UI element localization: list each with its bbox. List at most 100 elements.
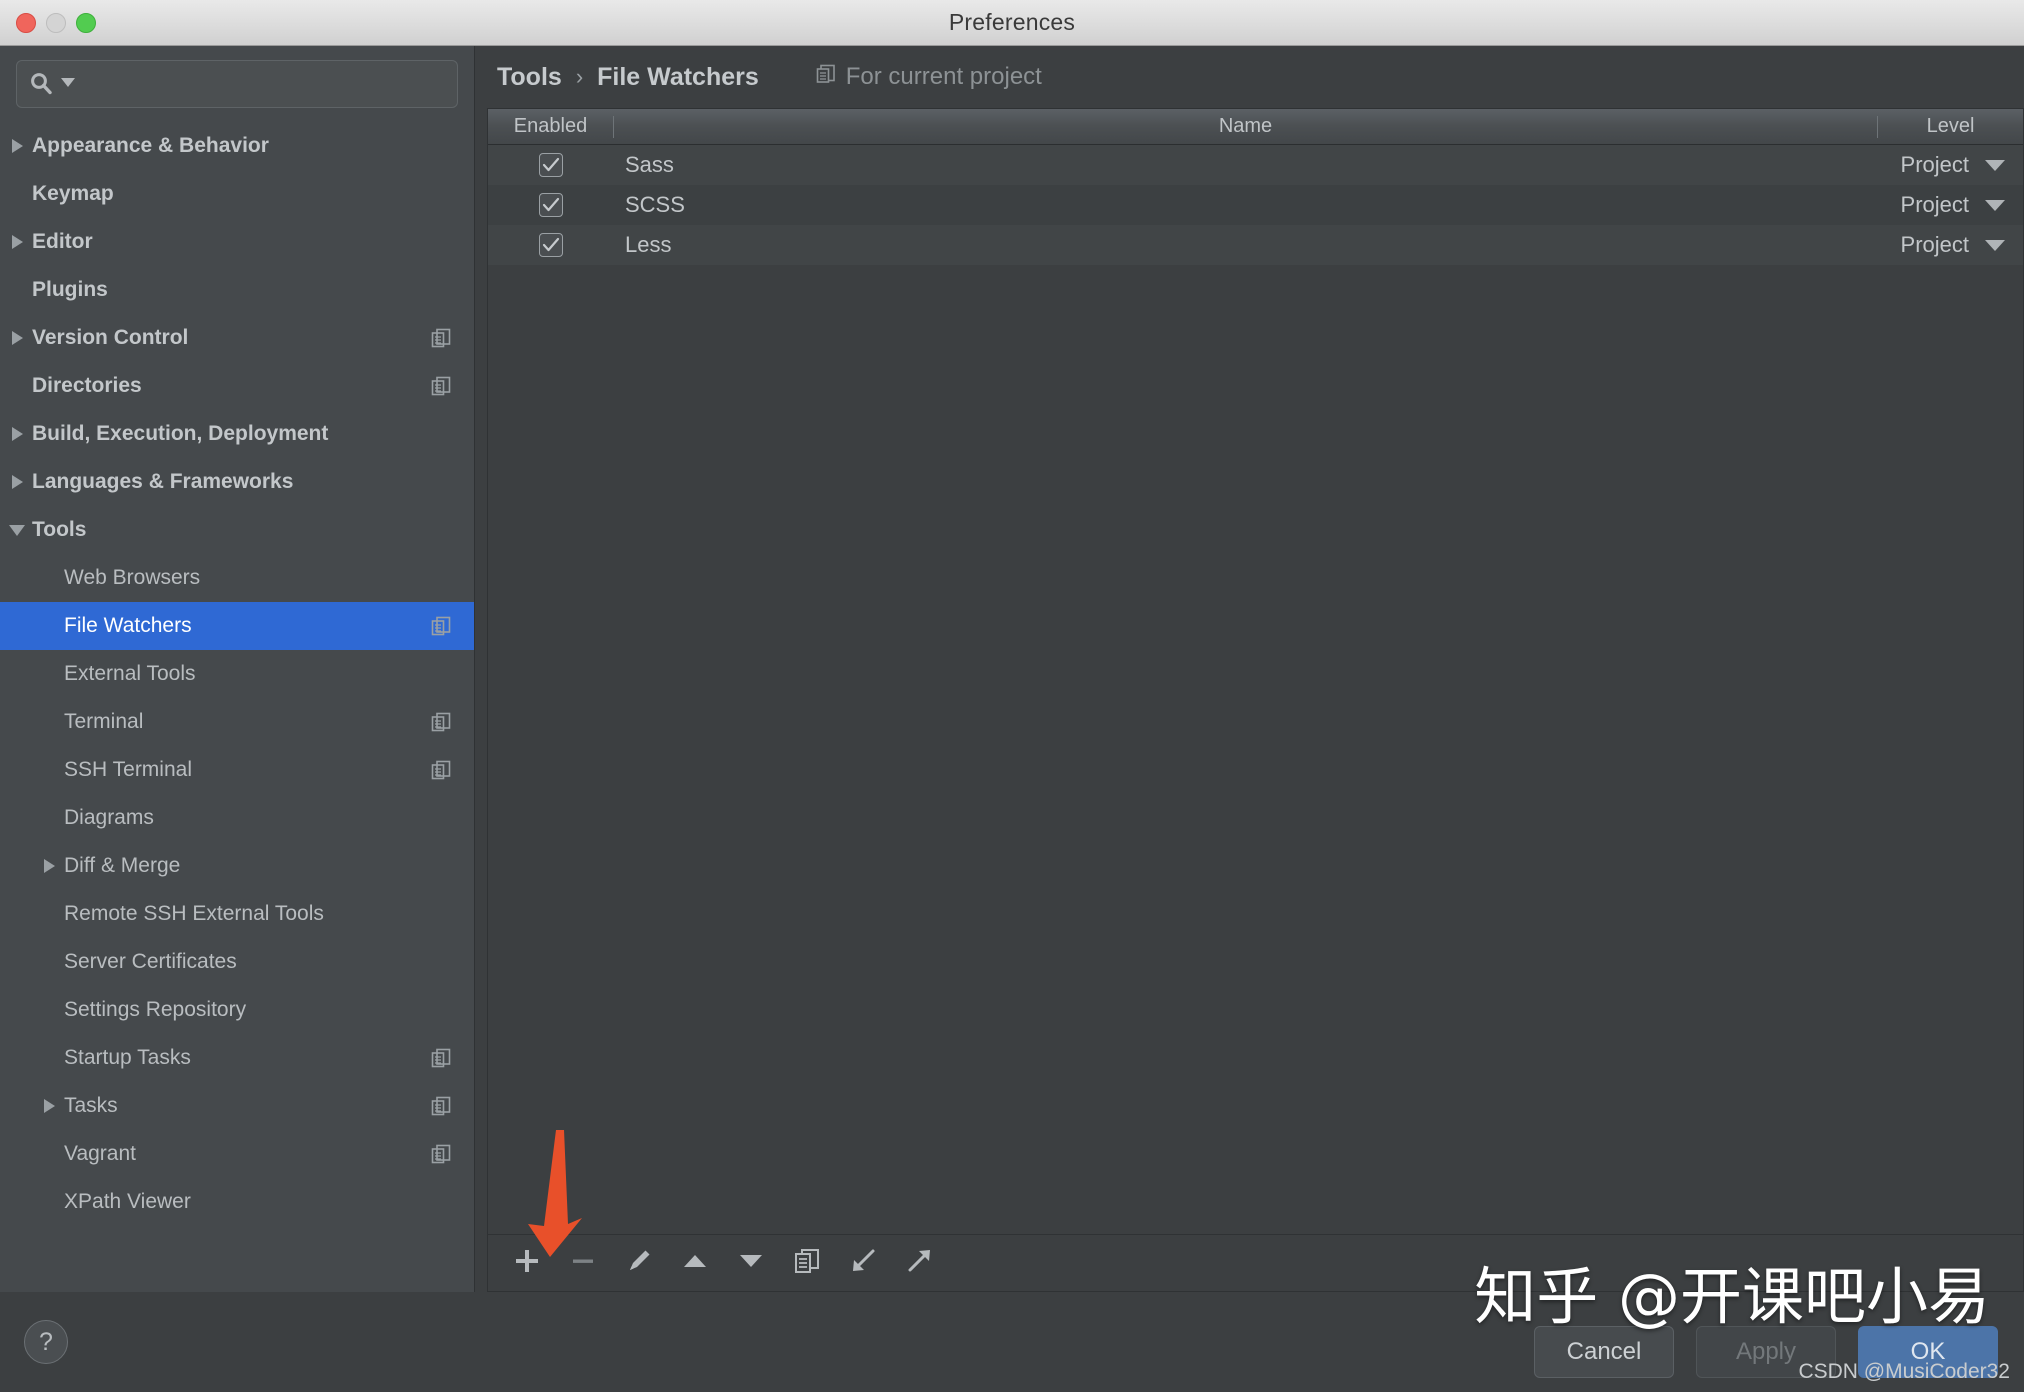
- enabled-checkbox[interactable]: [538, 193, 563, 217]
- search-input[interactable]: [81, 73, 445, 95]
- table-row[interactable]: SCSS Project: [488, 185, 2023, 225]
- sidebar-item-label: Remote SSH External Tools: [64, 902, 324, 925]
- export-button[interactable]: [896, 1242, 942, 1284]
- level-cell[interactable]: Project: [1848, 192, 2023, 218]
- level-value: Project: [1900, 192, 1969, 217]
- sidebar-item-ssh-terminal[interactable]: SSH Terminal: [0, 746, 474, 794]
- level-value: Project: [1900, 232, 1969, 257]
- chevron-right-icon[interactable]: [2, 235, 32, 249]
- main-panel: Tools › File Watchers For current projec…: [475, 46, 2024, 1292]
- search-dropdown-chevron-down-icon[interactable]: [61, 75, 75, 93]
- breadcrumb-separator-icon: ›: [575, 64, 584, 89]
- sidebar-item-vagrant[interactable]: Vagrant: [0, 1130, 474, 1178]
- title-bar: Preferences: [0, 0, 2024, 46]
- enabled-cell[interactable]: [488, 233, 613, 257]
- sidebar-item-label: File Watchers: [64, 614, 192, 637]
- cancel-button[interactable]: Cancel: [1534, 1326, 1674, 1378]
- chevron-down-icon[interactable]: [2, 524, 32, 536]
- help-button[interactable]: ?: [24, 1320, 68, 1364]
- add-button[interactable]: [504, 1242, 550, 1284]
- level-cell[interactable]: Project: [1848, 232, 2023, 258]
- settings-tree[interactable]: Appearance & Behavior Keymap Editor Plugins…: [0, 118, 474, 1292]
- chevron-down-icon[interactable]: [1985, 199, 2005, 211]
- window-body: Appearance & Behavior Keymap Editor Plugins…: [0, 46, 2024, 1292]
- sidebar-item-build-execution-deployment[interactable]: Build, Execution, Deployment: [0, 410, 474, 458]
- sidebar-item-remote-ssh-external-tools[interactable]: Remote SSH External Tools: [0, 890, 474, 938]
- column-header-name[interactable]: Name: [614, 109, 1877, 144]
- search-icon: [29, 71, 55, 97]
- sidebar-item-tasks[interactable]: Tasks: [0, 1082, 474, 1130]
- sidebar-item-terminal[interactable]: Terminal: [0, 698, 474, 746]
- sidebar-item-xpath-viewer[interactable]: XPath Viewer: [0, 1178, 474, 1226]
- sidebar-item-web-browsers[interactable]: Web Browsers: [0, 554, 474, 602]
- project-scope-icon: [430, 711, 452, 733]
- chevron-right-icon[interactable]: [2, 331, 32, 345]
- sidebar-item-external-tools[interactable]: External Tools: [0, 650, 474, 698]
- sidebar-item-label: XPath Viewer: [64, 1190, 191, 1213]
- sidebar-item-plugins[interactable]: Plugins: [0, 266, 474, 314]
- ok-button[interactable]: OK: [1858, 1326, 1998, 1378]
- sidebar-item-label: Keymap: [32, 182, 114, 205]
- level-cell[interactable]: Project: [1848, 152, 2023, 178]
- sidebar-item-startup-tasks[interactable]: Startup Tasks: [0, 1034, 474, 1082]
- enabled-cell[interactable]: [488, 153, 613, 177]
- list-toolbar: [487, 1234, 2024, 1292]
- sidebar-item-file-watchers[interactable]: File Watchers: [0, 602, 474, 650]
- breadcrumb: Tools › File Watchers For current projec…: [487, 46, 2024, 108]
- table-row[interactable]: Sass Project: [488, 145, 2023, 185]
- sidebar-item-diff-merge[interactable]: Diff & Merge: [0, 842, 474, 890]
- sidebar-item-label: Editor: [32, 230, 93, 253]
- sidebar-item-languages-frameworks[interactable]: Languages & Frameworks: [0, 458, 474, 506]
- sidebar-item-label: Settings Repository: [64, 998, 247, 1021]
- sidebar-item-label: Languages & Frameworks: [32, 470, 294, 493]
- breadcrumb-current: File Watchers: [597, 62, 759, 91]
- chevron-right-icon[interactable]: [34, 1099, 64, 1113]
- enabled-checkbox[interactable]: [538, 153, 563, 177]
- column-header-level[interactable]: Level: [1878, 109, 2023, 144]
- pencil-icon: [624, 1246, 654, 1281]
- edit-button[interactable]: [616, 1242, 662, 1284]
- sidebar-item-label: Appearance & Behavior: [32, 134, 269, 157]
- window-title: Preferences: [948, 9, 1076, 35]
- sidebar-item-directories[interactable]: Directories: [0, 362, 474, 410]
- sidebar-item-server-certificates[interactable]: Server Certificates: [0, 938, 474, 986]
- sidebar-item-label: External Tools: [64, 662, 196, 685]
- footer-buttons: Cancel Apply OK: [1534, 1326, 1998, 1378]
- sidebar-item-label: Web Browsers: [64, 566, 201, 589]
- project-scope-icon: [430, 759, 452, 781]
- file-watchers-table: Enabled Name Level Sass Project SCSS Projec…: [487, 108, 2024, 1234]
- move-down-button[interactable]: [728, 1242, 774, 1284]
- sidebar-item-tools[interactable]: Tools: [0, 506, 474, 554]
- sidebar-item-label: Server Certificates: [64, 950, 237, 973]
- chevron-right-icon[interactable]: [2, 475, 32, 489]
- sidebar-item-diagrams[interactable]: Diagrams: [0, 794, 474, 842]
- sidebar-item-editor[interactable]: Editor: [0, 218, 474, 266]
- import-button[interactable]: [840, 1242, 886, 1284]
- chevron-right-icon[interactable]: [34, 859, 64, 873]
- chevron-down-icon[interactable]: [1985, 239, 2005, 251]
- project-scope-icon: [430, 615, 452, 637]
- enabled-checkbox[interactable]: [538, 233, 563, 257]
- sidebar-item-keymap[interactable]: Keymap: [0, 170, 474, 218]
- copy-button[interactable]: [784, 1242, 830, 1284]
- enabled-cell[interactable]: [488, 193, 613, 217]
- column-header-enabled[interactable]: Enabled: [488, 109, 613, 144]
- search-box[interactable]: [16, 60, 458, 108]
- project-scope-text: For current project: [845, 63, 1042, 90]
- remove-button[interactable]: [560, 1242, 606, 1284]
- checkmark-icon: [542, 197, 559, 212]
- sidebar-item-settings-repository[interactable]: Settings Repository: [0, 986, 474, 1034]
- table-row[interactable]: Less Project: [488, 225, 2023, 265]
- watcher-name: SCSS: [625, 192, 685, 217]
- breadcrumb-parent[interactable]: Tools: [497, 63, 562, 92]
- arrow-up-icon: [680, 1248, 710, 1279]
- sidebar-item-appearance-behavior[interactable]: Appearance & Behavior: [0, 122, 474, 170]
- sidebar-item-label: Directories: [32, 374, 142, 397]
- chevron-down-icon[interactable]: [1985, 159, 2005, 171]
- move-up-button[interactable]: [672, 1242, 718, 1284]
- project-scope-label: For current project: [815, 63, 1042, 92]
- chevron-right-icon[interactable]: [2, 427, 32, 441]
- chevron-right-icon[interactable]: [2, 139, 32, 153]
- sidebar-item-version-control[interactable]: Version Control: [0, 314, 474, 362]
- sidebar-item-label: Terminal: [64, 710, 144, 733]
